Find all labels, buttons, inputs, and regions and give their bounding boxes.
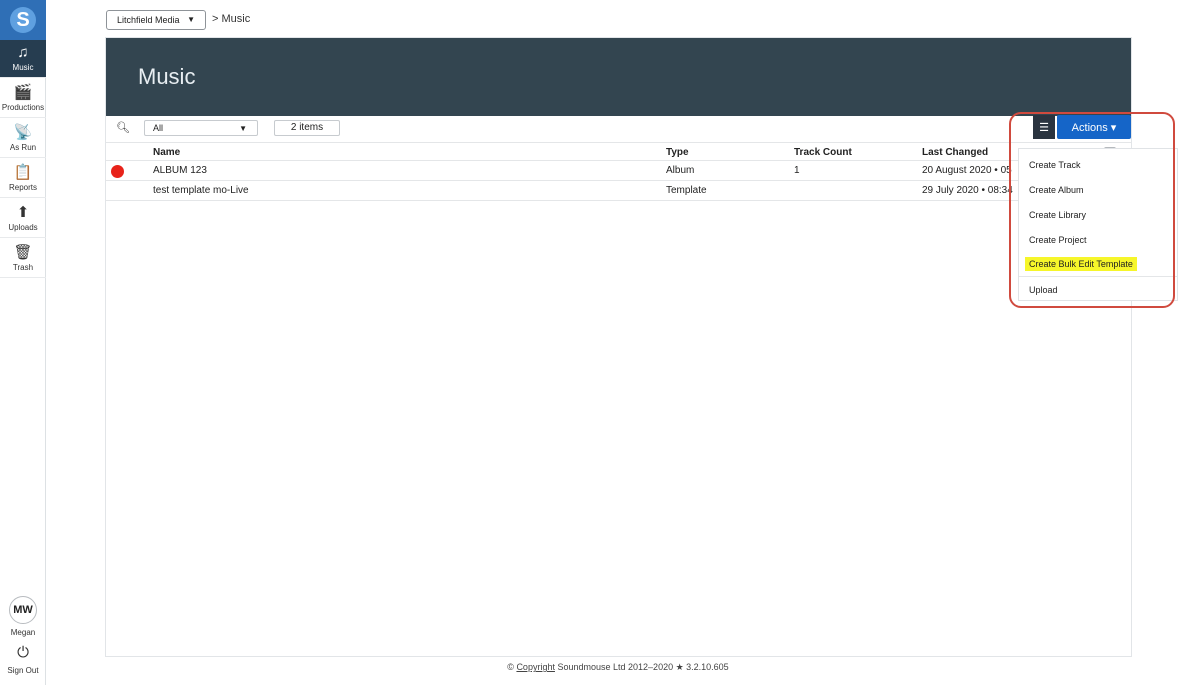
main-panel: Music 🔍︎ All ▼ 2 items Name Type Track C… bbox=[105, 37, 1132, 657]
organisation-select-value: Litchfield Media bbox=[117, 15, 180, 25]
filter-select-value: All bbox=[153, 123, 164, 133]
item-count: 2 items bbox=[274, 120, 340, 136]
column-header-track-count[interactable]: Track Count bbox=[794, 147, 914, 158]
sidebar-item-reports[interactable]: 📋 Reports bbox=[0, 160, 46, 198]
toolbar: 🔍︎ All ▼ 2 items bbox=[106, 116, 1131, 140]
status-dot bbox=[111, 165, 124, 178]
actions-button[interactable]: Actions ▾ bbox=[1057, 115, 1131, 139]
soundmouse-logo-icon: S bbox=[10, 7, 36, 33]
upload-arrow-icon: ⬆ bbox=[16, 204, 30, 221]
row-last-changed: 29 July 2020 • 08:34 bbox=[922, 185, 1013, 196]
list-icon: ☰ bbox=[1039, 121, 1049, 134]
clapperboard-icon: 🎬 bbox=[13, 84, 33, 101]
caret-down-icon: ▼ bbox=[187, 15, 195, 24]
caret-down-icon: ▼ bbox=[239, 124, 247, 133]
table-row[interactable]: ALBUM 123 Album 1 20 August 2020 • 05 bbox=[106, 161, 1131, 181]
menu-item-create-track[interactable]: Create Track bbox=[1019, 154, 1177, 176]
row-last-changed: 20 August 2020 • 05 bbox=[922, 165, 1012, 176]
organisation-select[interactable]: Litchfield Media ▼ bbox=[106, 10, 206, 30]
actions-menu: Create Track Create Album Create Library… bbox=[1018, 148, 1178, 301]
sidebar-item-as-run[interactable]: 📡 As Run bbox=[0, 120, 46, 158]
menu-item-upload[interactable]: Upload bbox=[1019, 279, 1177, 301]
menu-item-label: Create Bulk Edit Template bbox=[1025, 257, 1137, 271]
column-header-last-changed[interactable]: Last Changed bbox=[922, 147, 1014, 158]
row-track-count: 1 bbox=[794, 165, 800, 176]
column-header-type[interactable]: Type bbox=[666, 147, 786, 158]
page-header: Music bbox=[106, 38, 1131, 116]
menu-item-create-album[interactable]: Create Album bbox=[1019, 179, 1177, 201]
column-header-name[interactable]: Name bbox=[153, 147, 653, 158]
page-title: Music bbox=[138, 64, 196, 89]
footer: © Copyright Soundmouse Ltd 2012–2020 ★ 3… bbox=[0, 662, 1188, 673]
table-row[interactable]: test template mo-Live Template 29 July 2… bbox=[106, 181, 1131, 201]
copyright-link[interactable]: Copyright bbox=[516, 662, 555, 672]
row-name[interactable]: ALBUM 123 bbox=[153, 165, 653, 176]
sidebar-item-label: As Run bbox=[9, 143, 37, 152]
sidebar-item-label: Music bbox=[12, 63, 34, 72]
row-type: Template bbox=[666, 185, 707, 196]
footer-text: Soundmouse Ltd 2012–2020 ★ 3.2.10.605 bbox=[557, 662, 729, 672]
sidebar-item-uploads[interactable]: ⬆ Uploads bbox=[0, 200, 46, 238]
breadcrumb: > Music bbox=[212, 13, 251, 25]
trash-icon: 🗑 bbox=[13, 244, 33, 261]
sidebar-item-label: Reports bbox=[8, 183, 37, 192]
sidebar-item-label: Productions bbox=[1, 103, 45, 112]
menu-item-create-bulk-edit-template[interactable]: Create Bulk Edit Template bbox=[1019, 253, 1177, 275]
sidebar-item-label: Trash bbox=[12, 263, 34, 272]
filter-select[interactable]: All ▼ bbox=[144, 120, 258, 136]
power-icon[interactable]: ⏻ bbox=[0, 644, 46, 661]
sidebar-item-music[interactable]: ♫ Music bbox=[0, 40, 46, 78]
search-icon[interactable]: 🔍︎ bbox=[116, 121, 130, 134]
row-name[interactable]: test template mo-Live bbox=[153, 185, 653, 196]
list-view-toggle[interactable]: ☰ bbox=[1033, 115, 1055, 139]
menu-item-create-library[interactable]: Create Library bbox=[1019, 204, 1177, 226]
copyright-symbol: © bbox=[507, 662, 514, 672]
menu-divider bbox=[1019, 276, 1177, 277]
report-icon: 📋 bbox=[13, 164, 33, 181]
row-type: Album bbox=[666, 165, 695, 176]
sidebar-item-productions[interactable]: 🎬 Productions bbox=[0, 80, 46, 118]
logo[interactable]: S bbox=[0, 0, 46, 40]
user-name: Megan bbox=[10, 628, 36, 637]
sidebar: S ♫ Music 🎬 Productions 📡 As Run 📋 Repor… bbox=[0, 0, 46, 685]
sidebar-item-label: Uploads bbox=[8, 223, 38, 232]
music-note-icon: ♫ bbox=[17, 44, 29, 61]
broadcast-icon: 📡 bbox=[13, 124, 33, 141]
avatar[interactable]: MW bbox=[9, 596, 37, 624]
sidebar-item-trash[interactable]: 🗑 Trash bbox=[0, 240, 46, 278]
items-table: Name Type Track Count Last Changed ALBUM… bbox=[106, 142, 1131, 201]
menu-item-create-project[interactable]: Create Project bbox=[1019, 229, 1177, 251]
table-header-row: Name Type Track Count Last Changed bbox=[106, 142, 1131, 161]
